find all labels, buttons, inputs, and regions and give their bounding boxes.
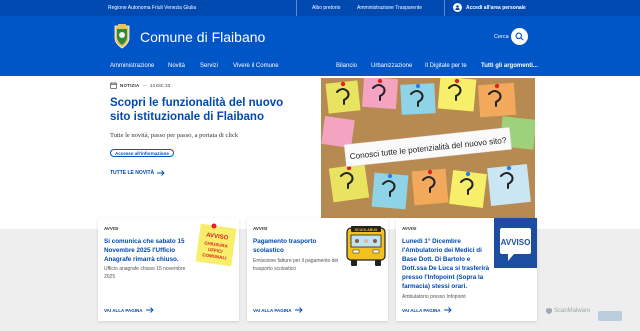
card-category: AVVISI: [253, 226, 268, 231]
all-news-link[interactable]: TUTTE LE NOVITÀ: [110, 170, 165, 176]
card-link-label: VAI ALLA PAGINA: [402, 307, 441, 313]
card-description-line: trasporto scolastico: [253, 265, 297, 272]
albo-pretorio-link[interactable]: Albo pretorio: [312, 5, 340, 11]
card-title-line: Novembre 2025 l'Ufficio: [104, 247, 176, 254]
all-news-label: TUTTE LE NOVITÀ: [110, 170, 155, 176]
card-title-line: l'Ambulatorio dei Medici di: [402, 247, 482, 254]
card-title: Pagamento trasporto scolastico: [253, 237, 316, 255]
main-navigation: Amministrazione Novità Servizi Vivere il…: [0, 60, 640, 76]
hero-category: NOTIZIA: [120, 83, 140, 88]
card-description-line: 2025: [104, 273, 116, 280]
card-link[interactable]: VAI ALLA PAGINA: [253, 307, 303, 313]
arrow-right-icon: [443, 307, 452, 313]
card-title-line: presso l'Infopoint (Sopra la: [402, 274, 484, 281]
news-card[interactable]: AVVISI AVVISO CHIUSURA UFFICI COMUNALI S…: [98, 218, 239, 321]
nav-item-vivere-il-comune[interactable]: Vivere il Comune: [233, 63, 279, 69]
card-title-line: Dott.ssa De Luca si trasferirà: [402, 265, 490, 272]
card-description: Ambulatorio presso Infopoint: [402, 294, 466, 302]
hero-date: 14 DIC 23: [149, 83, 171, 88]
shield-icon: [546, 308, 552, 314]
card-description-line: Ufficio anagrafe chiuso 15 novembre: [104, 266, 186, 272]
nav-item-novita[interactable]: Novità: [168, 63, 185, 69]
card-title: Si comunica che sabato 15 Novembre 2025 …: [104, 237, 185, 264]
bus-sign: SCUOLABUS: [355, 228, 378, 232]
card-title-line: Base Dott. Di Bartolo e: [402, 256, 471, 263]
notice-image-text: AVVISO: [501, 238, 531, 247]
search-icon: [515, 32, 524, 41]
card-link[interactable]: VAI ALLA PAGINA: [104, 307, 154, 313]
card-link-label: VAI ALLA PAGINA: [253, 307, 292, 313]
card-title-line: scolastico: [253, 247, 284, 254]
school-bus-image: SCUOLABUS: [346, 226, 386, 266]
hero-title-line: sito istituzionale di Flaibano: [110, 111, 264, 123]
hero-subtitle: Tutte le novità, passo per passo, a port…: [110, 132, 239, 139]
card-link[interactable]: VAI ALLA PAGINA: [402, 307, 452, 313]
divider: [444, 0, 445, 16]
topic-chip[interactable]: Accesso all'informazione: [110, 149, 174, 157]
calendar-icon: [110, 82, 117, 89]
login-label: Accedi all'area personale: [466, 4, 526, 11]
nav-item-digitale[interactable]: Il Digitale per te: [425, 63, 467, 69]
site-title[interactable]: Comune di Flaibano: [140, 29, 265, 45]
divider: [296, 0, 297, 16]
watermark: ScanMalware: [546, 308, 590, 314]
slim-header: Regione Autonoma Friuli Venezia Giulia A…: [0, 0, 640, 16]
card-category: AVVISI: [104, 226, 119, 231]
card-title: Lunedì 1° Dicembre l'Ambulatorio dei Med…: [402, 237, 489, 291]
nav-item-bilancio[interactable]: Bilancio: [336, 63, 357, 69]
card-title-line: Anagrafe rimarrà chiuso.: [104, 256, 179, 263]
nav-item-tutti-gli-argomenti[interactable]: Tutti gli argomenti...: [481, 63, 538, 69]
user-icon: [453, 3, 462, 12]
card-link-label: VAI ALLA PAGINA: [104, 307, 143, 313]
center-header: Comune di Flaibano Cerca: [0, 16, 640, 60]
card-title-line: Pagamento trasporto: [253, 238, 317, 245]
nav-item-amministrazione[interactable]: Amministrazione: [110, 63, 154, 69]
hero-image[interactable]: Conosci tutte le potenzialità del nuovo …: [321, 78, 535, 218]
nav-item-servizi[interactable]: Servizi: [200, 63, 218, 69]
sticky-notes-illustration: Conosci tutte le potenzialità del nuovo …: [321, 78, 535, 218]
nav-item-urbanizzazione[interactable]: Urbanizzazione: [371, 63, 412, 69]
closure-notice-image: AVVISO CHIUSURA UFFICI COMUNALI: [195, 223, 237, 267]
card-description-line: Ambulatorio presso Infopoint: [402, 294, 466, 300]
news-card[interactable]: AVVISI SCUOLABUS Pagamento trasporto sco…: [247, 218, 388, 321]
card-title-line: farmacia) stessi orari.: [402, 283, 468, 290]
card-description: Ufficio anagrafe chiuso 15 novembre 2025: [104, 266, 185, 281]
card-title-line: Si comunica che sabato 15: [104, 238, 185, 245]
search-label: Cerca: [494, 34, 509, 40]
hero-title[interactable]: Scopri le funzionalità del nuovo sito is…: [110, 96, 310, 124]
meta-separator: —: [142, 83, 147, 88]
watermark-badge-icon: [598, 311, 622, 321]
search-button[interactable]: [511, 28, 528, 45]
arrow-right-icon: [157, 170, 165, 176]
arrow-right-icon: [294, 307, 303, 313]
news-card[interactable]: AVVISI AVVISO Lunedì 1° Dicembre l'Ambul…: [396, 218, 537, 321]
card-description-line: Emissione fatture per il pagamento del: [253, 258, 339, 264]
notice-image: AVVISO: [494, 218, 537, 268]
card-title-line: Lunedì 1° Dicembre: [402, 238, 461, 245]
hero-meta: NOTIZIA — 14 DIC 23: [110, 82, 310, 89]
arrow-right-icon: [145, 307, 154, 313]
region-link[interactable]: Regione Autonoma Friuli Venezia Giulia: [108, 5, 196, 11]
municipality-crest-icon[interactable]: [112, 24, 132, 50]
hero-title-line: Scopri le funzionalità del nuovo: [110, 97, 284, 109]
amministrazione-trasparente-link[interactable]: Amministrazione Trasparente: [357, 5, 422, 11]
login-button[interactable]: Accedi all'area personale: [453, 3, 526, 12]
card-description: Emissione fatture per il pagamento del t…: [253, 258, 338, 273]
watermark-label: ScanMalware: [554, 308, 591, 314]
card-category: AVVISI: [402, 226, 417, 231]
